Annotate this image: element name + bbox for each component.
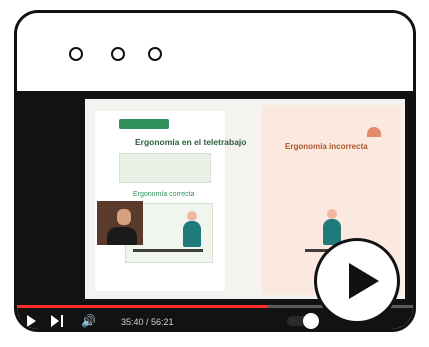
time-display: 35:40 / 56:21 bbox=[121, 317, 174, 327]
big-play-button[interactable] bbox=[314, 238, 400, 324]
toggle-knob bbox=[303, 313, 319, 329]
slide-right-title: Ergonomía incorrecta bbox=[285, 142, 368, 151]
slide-figure-head bbox=[187, 211, 197, 221]
window-titlebar bbox=[17, 13, 413, 91]
presenter-video-thumbnail bbox=[97, 201, 143, 245]
slide-left-title: Ergonomía en el teletrabajo bbox=[135, 137, 247, 147]
slide-card bbox=[119, 153, 211, 183]
presenter-body bbox=[107, 227, 137, 245]
slide-figure bbox=[183, 221, 201, 247]
slide-desk bbox=[133, 249, 203, 252]
dot-icon bbox=[69, 47, 83, 61]
dot-icon bbox=[111, 47, 125, 61]
slide-logo bbox=[119, 119, 169, 129]
presenter-face bbox=[117, 209, 131, 225]
play-icon bbox=[349, 263, 379, 299]
volume-icon[interactable]: 🔊 bbox=[81, 314, 96, 328]
slide-lamp bbox=[367, 127, 381, 137]
next-icon[interactable] bbox=[51, 315, 65, 327]
autoplay-toggle-icon[interactable] bbox=[287, 313, 319, 329]
slide-figure-right-head bbox=[327, 209, 337, 219]
dot-icon bbox=[148, 47, 162, 61]
slide-left-subtitle: Ergonomía correcta bbox=[133, 191, 195, 198]
play-icon[interactable] bbox=[27, 315, 36, 327]
progress-bar-fill bbox=[17, 305, 269, 308]
